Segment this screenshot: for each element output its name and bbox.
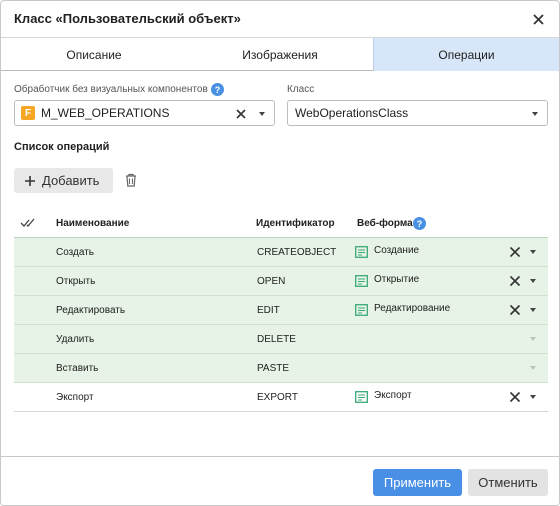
handler-label: Обработчик без визуальных компонентов <box>14 84 208 95</box>
table-row[interactable]: Редактировать EDIT Редактирование <box>14 296 548 325</box>
web-form-value[interactable]: Создание <box>374 245 419 256</box>
web-form-icon <box>355 275 368 287</box>
operations-section-title: Список операций <box>14 141 110 153</box>
select-all-checkmark-icon[interactable] <box>20 218 38 228</box>
table-row[interactable]: Удалить DELETE <box>14 325 548 354</box>
operation-name: Редактировать <box>56 305 126 316</box>
chevron-down-icon[interactable] <box>530 337 536 341</box>
operations-table-header: Наименование Идентификатор Веб-форма ? <box>14 210 548 238</box>
add-operation-button[interactable]: Добавить <box>14 168 113 193</box>
operation-id: EXPORT <box>257 392 298 403</box>
table-row[interactable]: Открыть OPEN Открытие <box>14 267 548 296</box>
chevron-down-icon[interactable] <box>532 112 538 116</box>
apply-button[interactable]: Применить <box>373 469 462 496</box>
handler-type-icon: F <box>21 106 35 120</box>
operation-id: EDIT <box>257 305 280 316</box>
table-row[interactable]: Создать CREATEOBJECT Создание <box>14 238 548 267</box>
tab-images[interactable]: Изображения <box>187 38 373 71</box>
column-id-header: Идентификатор <box>256 218 335 229</box>
column-form-header: Веб-форма <box>357 218 413 229</box>
trash-icon[interactable] <box>123 172 139 188</box>
class-label: Класс <box>287 84 315 95</box>
cancel-button[interactable]: Отменить <box>468 469 548 496</box>
operation-name: Создать <box>56 247 95 258</box>
class-dialog: Класс «Пользовательский объект» Описание… <box>0 0 560 506</box>
handler-select[interactable]: F M_WEB_OPERATIONS <box>14 100 275 126</box>
chevron-down-icon[interactable] <box>530 366 536 370</box>
web-form-value[interactable]: Экспорт <box>374 390 412 401</box>
clear-icon[interactable] <box>236 109 246 119</box>
web-form-icon <box>355 391 368 403</box>
chevron-down-icon[interactable] <box>530 250 536 254</box>
operation-name: Вставить <box>56 363 99 374</box>
help-icon[interactable]: ? <box>211 83 224 96</box>
web-form-icon <box>355 246 368 258</box>
table-row[interactable]: Экспорт EXPORT Экспорт <box>14 383 548 412</box>
clear-icon[interactable] <box>509 246 521 258</box>
add-operation-label: Добавить <box>42 173 100 188</box>
operation-id: DELETE <box>257 334 296 345</box>
operation-name: Экспорт <box>56 392 94 403</box>
chevron-down-icon[interactable] <box>530 308 536 312</box>
tab-operations[interactable]: Операции <box>373 38 559 71</box>
operation-id: PASTE <box>257 363 290 374</box>
help-icon[interactable]: ? <box>413 217 426 230</box>
web-form-value[interactable]: Редактирование <box>374 303 450 314</box>
class-value: WebOperationsClass <box>295 106 409 120</box>
web-form-value[interactable]: Открытие <box>374 274 419 285</box>
clear-icon[interactable] <box>509 304 521 316</box>
chevron-down-icon[interactable] <box>530 395 536 399</box>
column-name-header: Наименование <box>56 218 130 229</box>
tab-description[interactable]: Описание <box>1 38 187 71</box>
operation-id: OPEN <box>257 276 286 287</box>
title-bar: Класс «Пользовательский объект» <box>1 1 559 36</box>
chevron-down-icon[interactable] <box>259 112 265 116</box>
clear-icon[interactable] <box>509 391 521 403</box>
close-button[interactable] <box>527 8 549 30</box>
table-row[interactable]: Вставить PASTE <box>14 354 548 383</box>
tab-bar: Описание Изображения Операции <box>1 37 559 71</box>
operation-name: Удалить <box>56 334 95 345</box>
web-form-icon <box>355 304 368 316</box>
class-select[interactable]: WebOperationsClass <box>287 100 548 126</box>
operation-name: Открыть <box>56 276 96 287</box>
dialog-footer: Применить Отменить <box>1 456 559 505</box>
chevron-down-icon[interactable] <box>530 279 536 283</box>
operation-id: CREATEOBJECT <box>257 247 337 258</box>
clear-icon[interactable] <box>509 275 521 287</box>
handler-value: M_WEB_OPERATIONS <box>41 106 170 120</box>
plus-icon <box>25 175 35 186</box>
dialog-title: Класс «Пользовательский объект» <box>14 11 241 26</box>
close-icon <box>532 13 544 25</box>
